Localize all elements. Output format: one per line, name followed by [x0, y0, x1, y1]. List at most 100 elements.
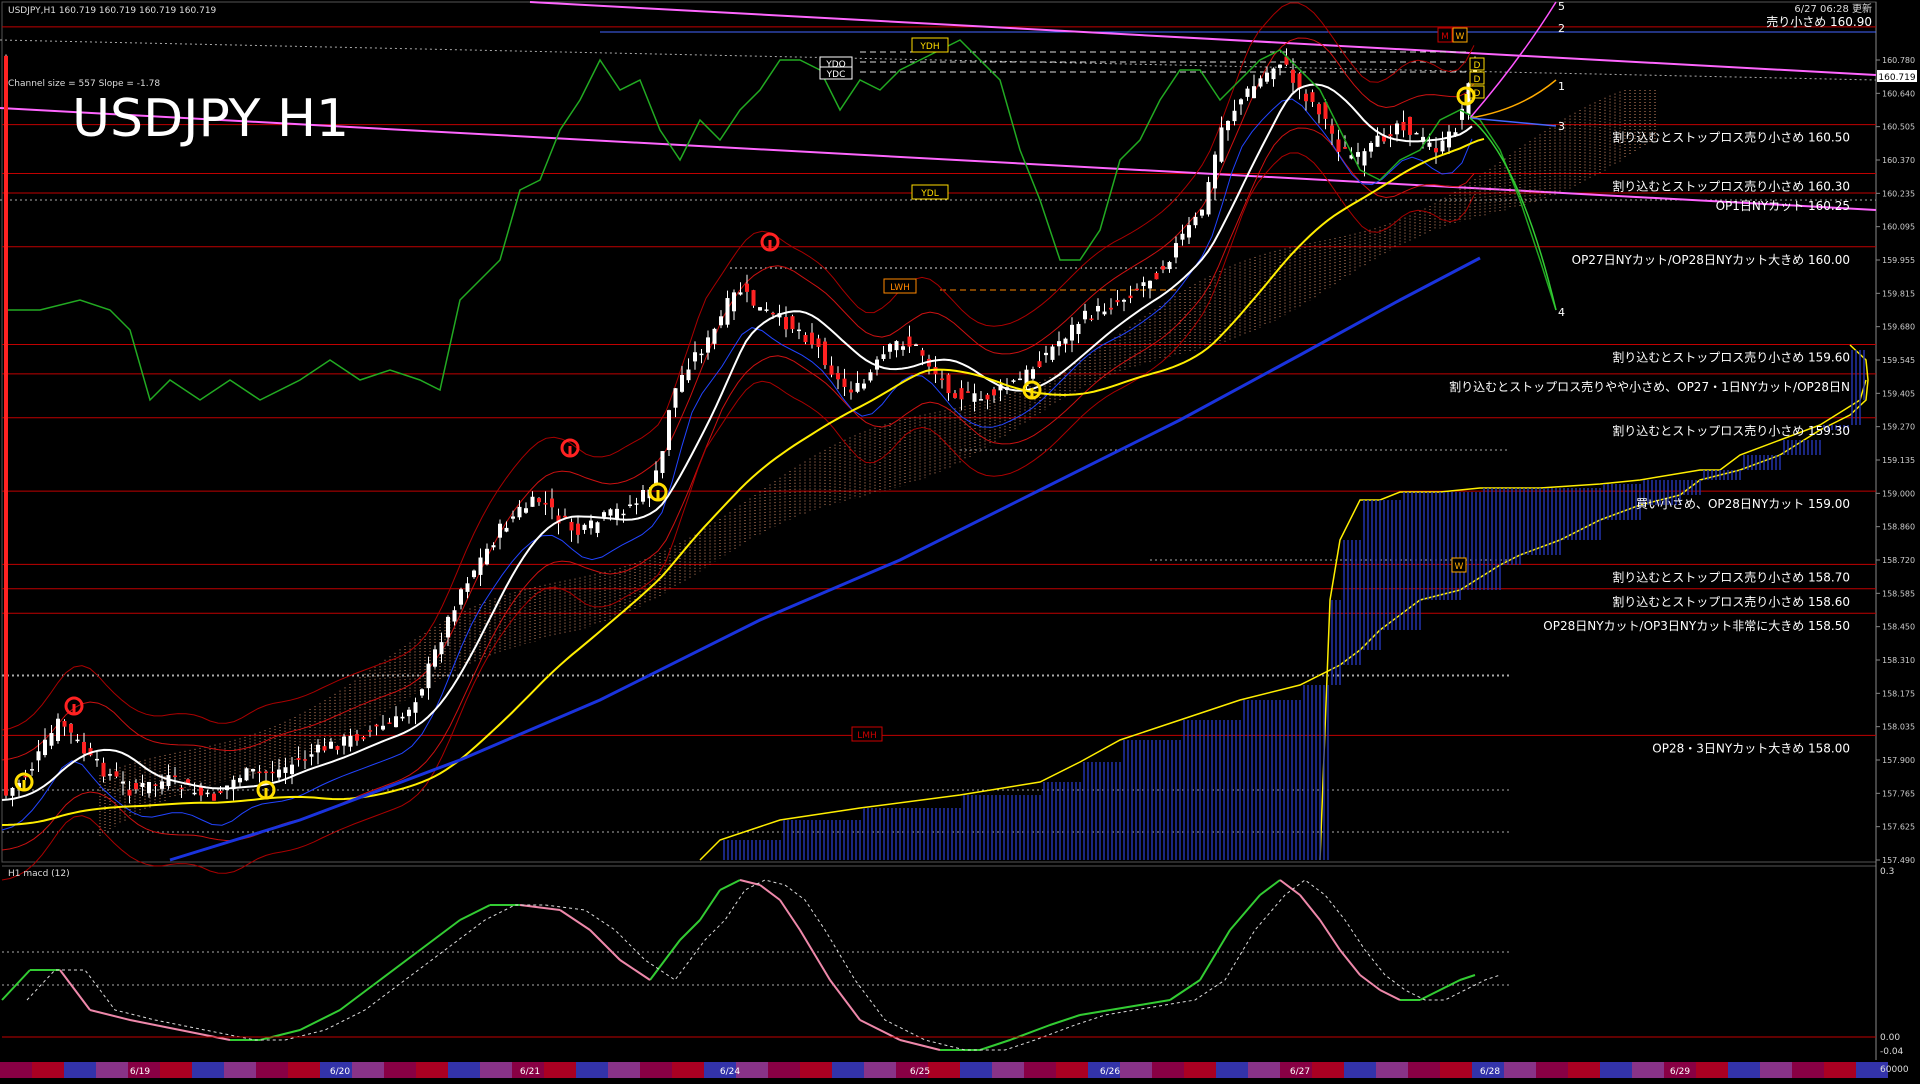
candle-body [322, 746, 327, 751]
candle-body [394, 716, 398, 728]
candle-body [550, 498, 554, 508]
candle-body [296, 758, 301, 760]
date-tick-label: 6/20 [330, 1067, 350, 1077]
candle-body [829, 365, 834, 375]
candle-body [179, 787, 184, 790]
candle-body [485, 548, 489, 565]
date-bar-block [384, 1062, 416, 1078]
candle-body [459, 589, 463, 605]
price-tick-label: 157.900 [1882, 756, 1915, 765]
candle-body [888, 343, 892, 352]
tag-ydl: YDL [911, 184, 949, 200]
price-chart[interactable]: 160.780 160.640 160.505 160.370 160.235 160.0… [0, 0, 1920, 1080]
candle-body [1297, 73, 1302, 89]
candle-body [1330, 125, 1334, 134]
macd-axis-neg: -0.04 [1880, 1047, 1904, 1057]
candle-body [1291, 69, 1295, 83]
candle-body [251, 768, 255, 772]
date-bar-block [1792, 1062, 1824, 1078]
candle-body [543, 502, 548, 505]
candle-body [491, 545, 496, 548]
candle-body [992, 389, 996, 396]
level-label: OP27日NYカット/OP28日NYカット大きめ 160.00 [1572, 253, 1850, 267]
candle-body [738, 292, 743, 295]
candle-body [368, 730, 372, 732]
candle-body [205, 792, 210, 795]
date-bar-block [640, 1062, 672, 1078]
channel-info: Channel size = 557 Slope = -1.78 [8, 79, 160, 89]
candle-body [108, 774, 112, 776]
date-tick-label: 6/28 [1480, 1067, 1500, 1077]
date-bar-block [1056, 1062, 1088, 1078]
candle-body [1232, 110, 1237, 122]
candle-body [803, 335, 808, 343]
candle-body [881, 354, 886, 359]
macd-axis-zero: 0.00 [1880, 1033, 1900, 1043]
date-bar-block [1504, 1062, 1536, 1078]
level-label: OP1日NYカット 160.25 [1716, 199, 1850, 213]
wave-label-3: 3 [1558, 120, 1565, 133]
price-tick-label: 157.490 [1882, 856, 1915, 865]
candle-body [361, 737, 366, 740]
date-bar-block [992, 1062, 1024, 1078]
candle-body [95, 758, 99, 761]
tag-w-lower: W [1451, 557, 1467, 573]
candle-body [134, 782, 138, 790]
level-label: 割り込むとストップロス売り小さめ 159.30 [1612, 423, 1850, 438]
candle-body [478, 557, 483, 575]
candle-body [1395, 123, 1399, 135]
wave-label-2: 2 [1558, 22, 1565, 35]
candle-body [446, 616, 450, 638]
candle-body [1427, 142, 1432, 147]
date-bar-block [1344, 1062, 1376, 1078]
candle-body [1356, 152, 1360, 157]
candle-body [524, 508, 528, 513]
candle-body [836, 372, 840, 380]
date-bar-block [1216, 1062, 1248, 1078]
candle-body [985, 394, 990, 400]
price-tick-label: 159.405 [1882, 389, 1915, 398]
svg-text:LWH: LWH [890, 283, 910, 293]
candle-body [1167, 262, 1172, 270]
svg-text:YDL: YDL [920, 189, 938, 199]
date-bar-block [288, 1062, 320, 1078]
candle-body [1174, 243, 1178, 258]
candle-body [1343, 147, 1347, 149]
date-bar-block [1536, 1062, 1568, 1078]
candle-body [1206, 182, 1211, 215]
candle-body [1161, 265, 1165, 270]
candle-body [290, 764, 294, 775]
date-bar-block [352, 1062, 384, 1078]
candle-body [953, 393, 957, 398]
price-tick-label: 160.235 [1882, 189, 1915, 198]
candle-body [576, 523, 580, 535]
date-tick-label: 6/21 [520, 1067, 540, 1077]
candle-body [1063, 338, 1068, 344]
price-tick-label: 157.765 [1882, 789, 1915, 798]
level-label: 売り小さめ 160.90 [1766, 14, 1872, 29]
candle-body [699, 353, 704, 356]
date-bar-block [1728, 1062, 1760, 1078]
candle-body [1375, 135, 1380, 147]
svg-text:M: M [1441, 32, 1449, 42]
price-tick-label: 159.135 [1882, 456, 1915, 465]
price-tick-label: 158.585 [1882, 589, 1915, 598]
tag-lwh: LWH [883, 278, 917, 294]
date-tick-label: 6/25 [910, 1067, 930, 1077]
candle-body [1187, 225, 1191, 238]
candle-body [127, 789, 132, 796]
candle-body [615, 508, 619, 520]
price-tick-label: 159.955 [1882, 256, 1915, 265]
candle-body [1252, 86, 1256, 99]
candle-body [1115, 300, 1120, 303]
candle-body [82, 741, 86, 754]
candle-body [277, 769, 281, 778]
candle-body [589, 520, 593, 529]
candle-body [680, 375, 684, 392]
candle-body [1434, 148, 1438, 153]
wave-label-1: 1 [1558, 80, 1565, 93]
candle-body [1414, 132, 1419, 135]
candle-body [641, 489, 645, 502]
candle-body [316, 744, 320, 753]
candle-body [823, 341, 827, 366]
